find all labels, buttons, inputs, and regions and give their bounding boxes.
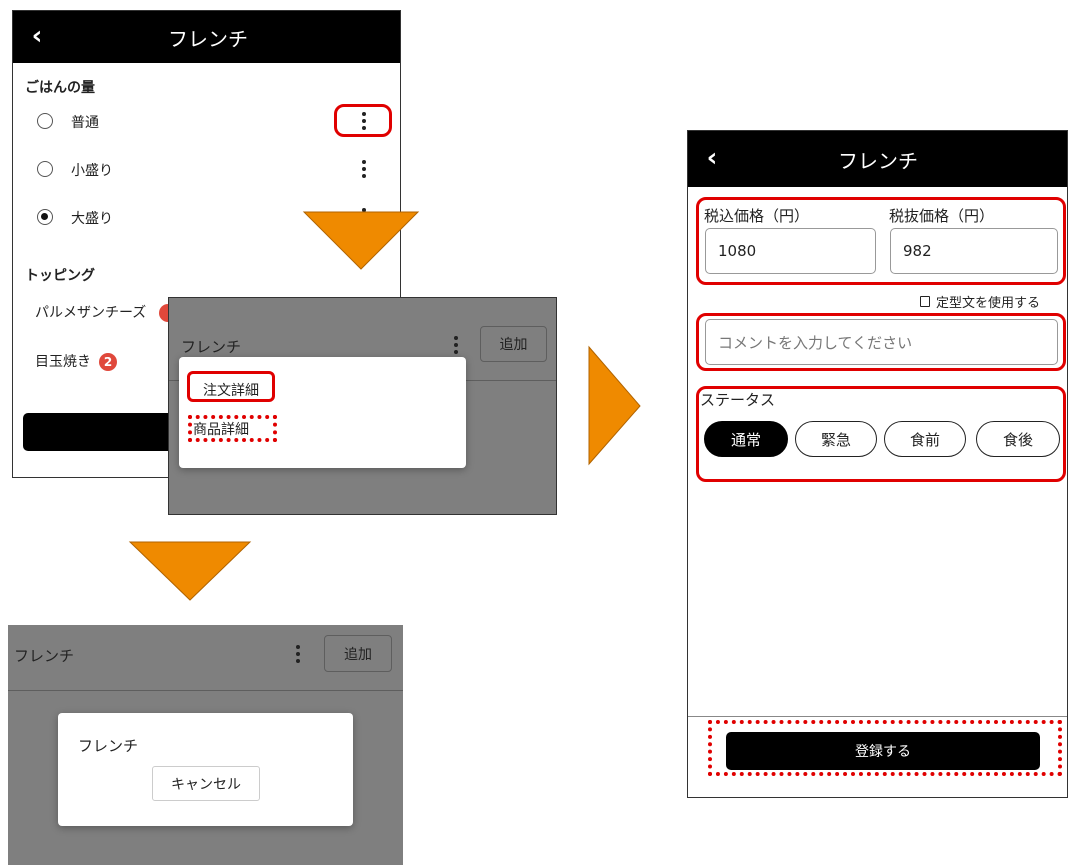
arrow-down-2 [128,541,252,601]
arrow-down-1 [302,211,420,270]
highlight-more-button [334,104,392,137]
highlight-submit [708,720,1062,776]
cancel-button[interactable]: キャンセル [152,766,260,801]
arrow-right [588,345,641,466]
dialog-title: フレンチ [78,737,139,755]
more-icon[interactable] [296,645,300,666]
rice-section-title: ごはんの量 [25,80,95,96]
more-icon[interactable] [362,160,366,181]
divider [8,690,403,691]
back-icon[interactable]: ‹ [698,141,726,175]
add-button-label: 追加 [344,646,372,663]
option-small-label: 小盛り [71,163,113,179]
context-menu: 注文詳細 商品詳細 [179,357,466,468]
template-icon [920,296,930,307]
radio-small[interactable] [37,161,53,177]
screen1-header: ‹ フレンチ [13,11,400,63]
cancel-button-label: キャンセル [171,776,241,793]
topping-egg-badge: 2 [99,353,117,371]
option-normal-label: 普通 [71,115,99,131]
highlight-status [696,386,1066,482]
highlight-product-detail [188,415,277,442]
template-link[interactable]: 定型文を使用する [920,292,1040,311]
highlight-order-detail [187,371,275,402]
radio-normal[interactable] [37,113,53,129]
back-icon[interactable]: ‹ [23,19,51,53]
cancel-dialog: フレンチ キャンセル [58,713,353,826]
topping-cheese-label: パルメザンチーズ [35,305,147,321]
add-button[interactable]: 追加 [480,326,547,362]
screen3-title: フレンチ [14,647,75,665]
add-button-label: 追加 [499,337,528,353]
template-link-label: 定型文を使用する [936,296,1041,311]
highlight-price-fields [696,197,1066,285]
topping-section-title: トッピング [25,268,95,284]
more-icon[interactable] [454,336,458,357]
highlight-comment [696,313,1066,371]
add-button[interactable]: 追加 [324,635,392,672]
screen2-title: フレンチ [181,338,242,356]
footer-divider [688,716,1067,717]
screen4-title: フレンチ [838,148,918,173]
screen1-title: フレンチ [168,26,248,51]
radio-large[interactable] [37,209,53,225]
option-large-label: 大盛り [71,211,113,227]
screen4-header: ‹ フレンチ [688,131,1067,187]
screen4-phone: ‹ フレンチ 税込価格（円） 1080 税抜価格（円） 982 定型文を使用する… [687,130,1068,798]
topping-egg-label: 目玉焼き [35,354,91,370]
